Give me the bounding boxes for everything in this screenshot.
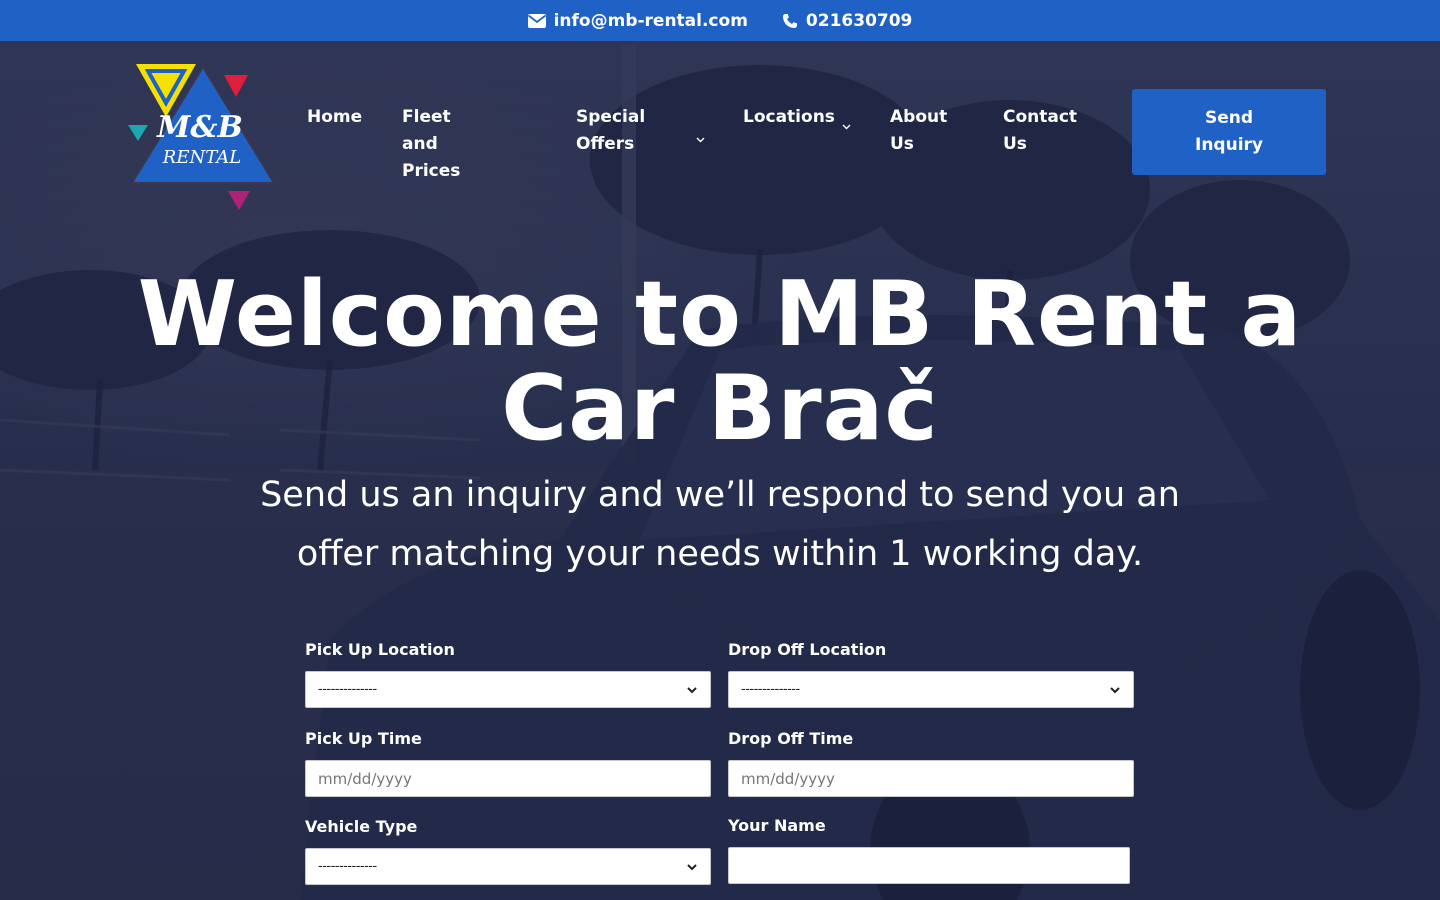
pickup-time-input[interactable]: mm/dd/yyyy <box>305 760 711 797</box>
vehicle-type-value: -------------- <box>318 859 377 874</box>
chevron-down-icon <box>687 863 697 870</box>
inquiry-form: Pick Up Location -------------- Drop Off… <box>0 0 1440 900</box>
chevron-down-icon <box>1110 686 1120 693</box>
chevron-down-icon <box>687 686 697 693</box>
your-name-input[interactable] <box>728 847 1130 884</box>
your-name-label: Your Name <box>728 816 826 835</box>
vehicle-type-select[interactable]: -------------- <box>305 848 711 885</box>
pickup-location-value: -------------- <box>318 682 377 697</box>
pickup-location-select[interactable]: -------------- <box>305 671 711 708</box>
dropoff-time-input[interactable]: mm/dd/yyyy <box>728 760 1134 797</box>
pickup-time-placeholder: mm/dd/yyyy <box>318 769 412 788</box>
pickup-location-label: Pick Up Location <box>305 640 455 659</box>
dropoff-time-label: Drop Off Time <box>728 729 854 748</box>
vehicle-type-label: Vehicle Type <box>305 817 418 836</box>
dropoff-location-label: Drop Off Location <box>728 640 887 659</box>
pickup-time-label: Pick Up Time <box>305 729 422 748</box>
dropoff-time-placeholder: mm/dd/yyyy <box>741 769 835 788</box>
dropoff-location-select[interactable]: -------------- <box>728 671 1134 708</box>
dropoff-location-value: -------------- <box>741 682 800 697</box>
